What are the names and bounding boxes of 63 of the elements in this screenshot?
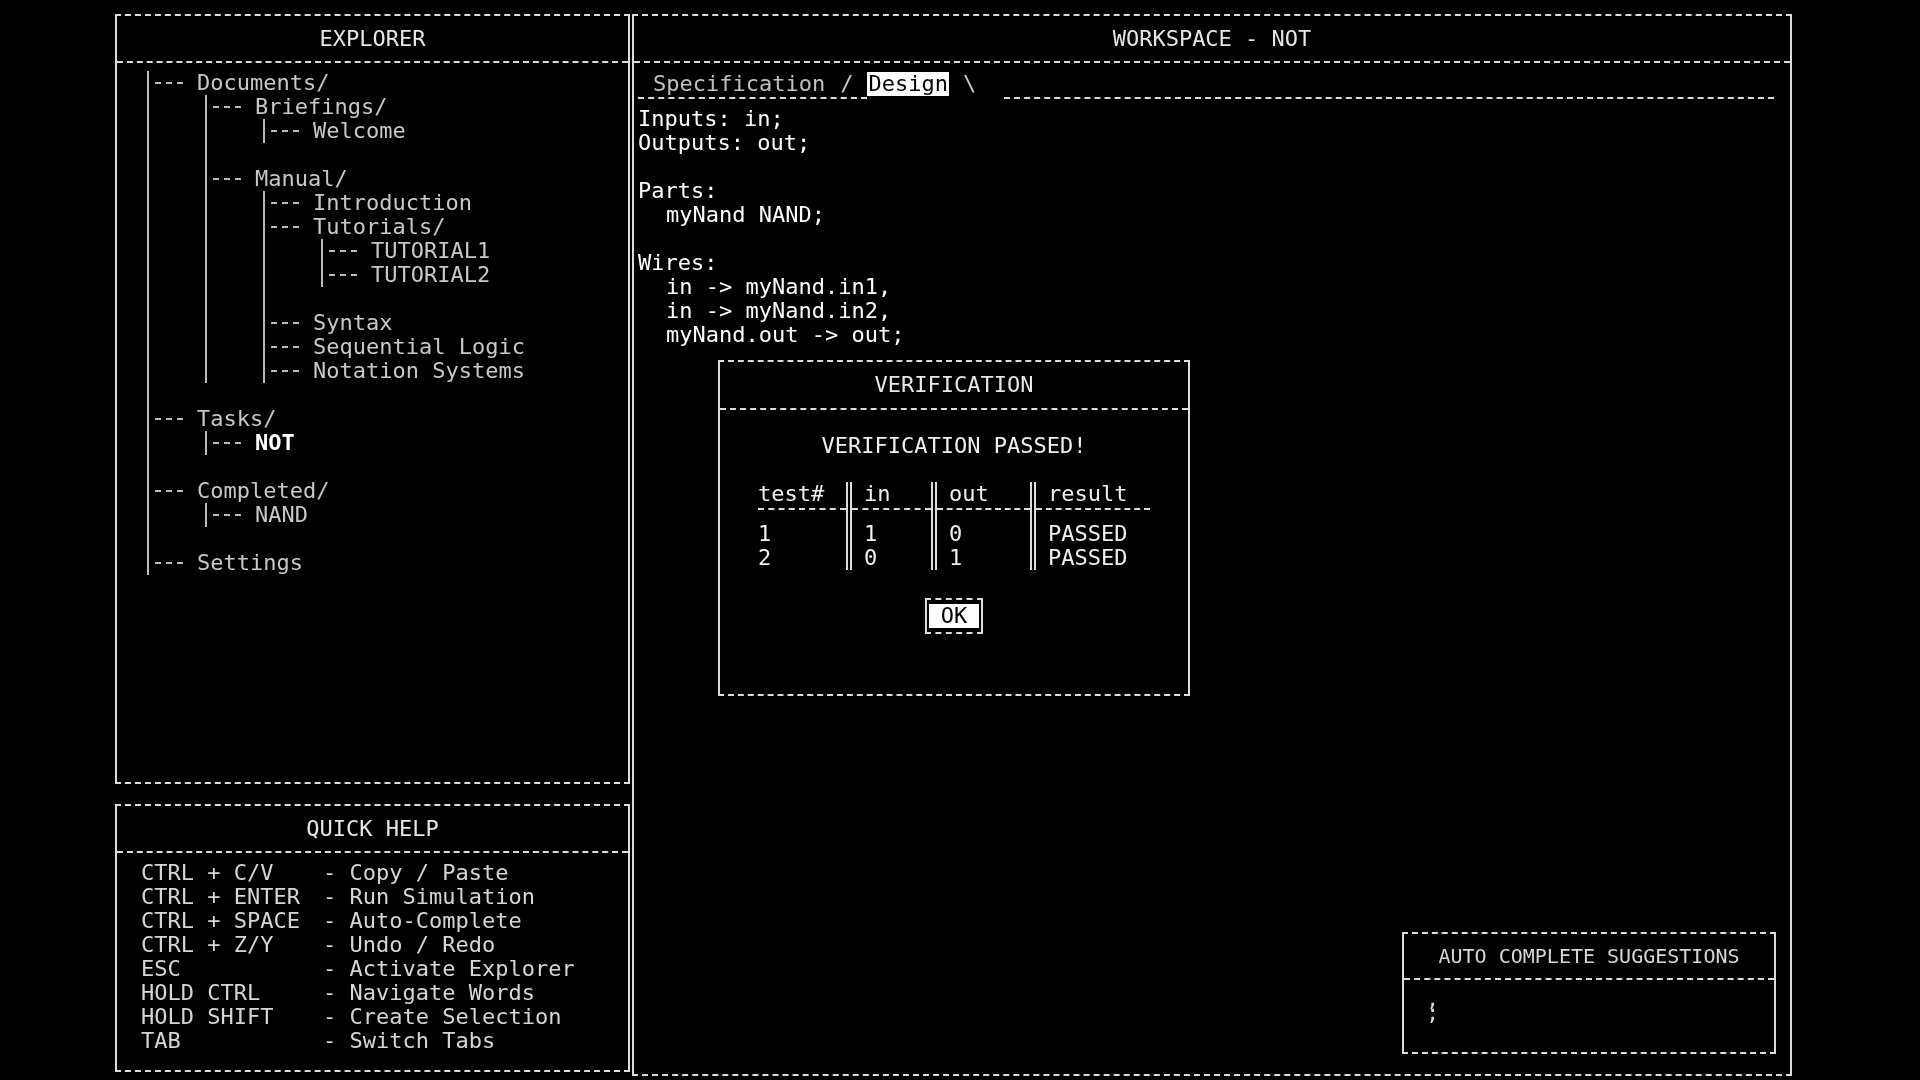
table-header-cell: test# — [758, 482, 846, 510]
shortcut-key: ESC — [141, 957, 323, 981]
table-header-cell: out — [937, 482, 1030, 510]
tree-item[interactable]: Completed/ — [197, 479, 330, 503]
shortcut-key: CTRL + C/V — [141, 861, 323, 885]
table-cell-text: PASSED — [1047, 522, 1129, 546]
tree-item[interactable]: NAND — [255, 503, 308, 527]
code-line: myNand.out -> out; — [665, 323, 906, 347]
code-line: Inputs: in; — [638, 107, 785, 131]
shortcut-key: TAB — [141, 1029, 323, 1053]
tree-item[interactable]: Manual/ — [255, 167, 348, 191]
dialog-title: VERIFICATION — [874, 373, 1034, 397]
table-cell-text: 0 — [863, 546, 879, 570]
tree-item[interactable]: Documents/ — [197, 71, 330, 95]
panel-title: AUTO COMPLETE SUGGESTIONS — [1438, 944, 1740, 968]
tree-item[interactable]: Introduction — [313, 191, 472, 215]
tree-item[interactable]: Tasks/ — [197, 407, 277, 431]
tree-item[interactable]: Tutorials/ — [313, 215, 446, 239]
tab[interactable]: Design — [867, 72, 949, 96]
table-cell-text: 1 — [863, 522, 879, 546]
shortcut-description: - Auto-Complete — [323, 909, 523, 933]
shortcut-description: - Navigate Words — [323, 981, 536, 1005]
shortcut-key: CTRL + ENTER — [141, 885, 323, 909]
shortcut-description: - Undo / Redo — [323, 933, 497, 957]
code-line: in -> myNand.in2, — [665, 299, 893, 323]
shortcut-key: HOLD SHIFT — [141, 1005, 323, 1029]
shortcut-description: - Run Simulation — [323, 885, 536, 909]
tree-item[interactable]: Syntax — [313, 311, 393, 335]
panel-title: EXPLORER — [319, 26, 426, 51]
shortcut-description: - Switch Tabs — [323, 1029, 497, 1053]
tree-item[interactable]: Briefings/ — [255, 95, 388, 119]
tab-separator: / — [840, 72, 854, 96]
tree-item[interactable]: TUTORIAL2 — [371, 263, 491, 287]
code-line: myNand NAND; — [665, 203, 826, 227]
table-header-cell: in — [852, 482, 931, 510]
table-header-cell: result — [1036, 482, 1150, 510]
ok-button[interactable]: OK — [928, 604, 980, 628]
table-cell-text: 0 — [948, 522, 964, 546]
code-line: Parts: — [638, 179, 719, 203]
shortcut-key: CTRL + SPACE — [141, 909, 323, 933]
tree-item[interactable]: Notation Systems — [313, 359, 525, 383]
tree-item[interactable]: Sequential Logic — [313, 335, 525, 359]
tab[interactable]: Specification — [652, 72, 827, 96]
shortcut-description: - Create Selection — [323, 1005, 563, 1029]
tree-item[interactable]: Settings — [197, 551, 303, 575]
table-cell-text: 2 — [758, 546, 773, 570]
shortcut-key: CTRL + Z/Y — [141, 933, 323, 957]
panel-title: WORKSPACE - NOT — [1112, 26, 1312, 51]
dialog-message: VERIFICATION PASSED! — [821, 434, 1087, 458]
table-cell-text: 1 — [948, 546, 964, 570]
shortcut-key: HOLD CTRL — [141, 981, 323, 1005]
tree-item[interactable]: NOT — [255, 431, 295, 455]
panel-title: QUICK HELP — [306, 816, 439, 841]
tree-item[interactable]: Welcome — [313, 119, 406, 143]
shortcut-description: - Activate Explorer — [323, 957, 576, 981]
code-line: Wires: — [638, 251, 719, 275]
code-line: Outputs: out; — [638, 131, 812, 155]
code-line: in -> myNand.in1, — [665, 275, 893, 299]
table-cell-text: 1 — [758, 522, 773, 546]
shortcut-description: - Copy / Paste — [323, 861, 510, 885]
tree-item[interactable]: TUTORIAL1 — [371, 239, 491, 263]
table-cell-text: PASSED — [1047, 546, 1129, 570]
tab-separator: \ — [962, 72, 977, 96]
